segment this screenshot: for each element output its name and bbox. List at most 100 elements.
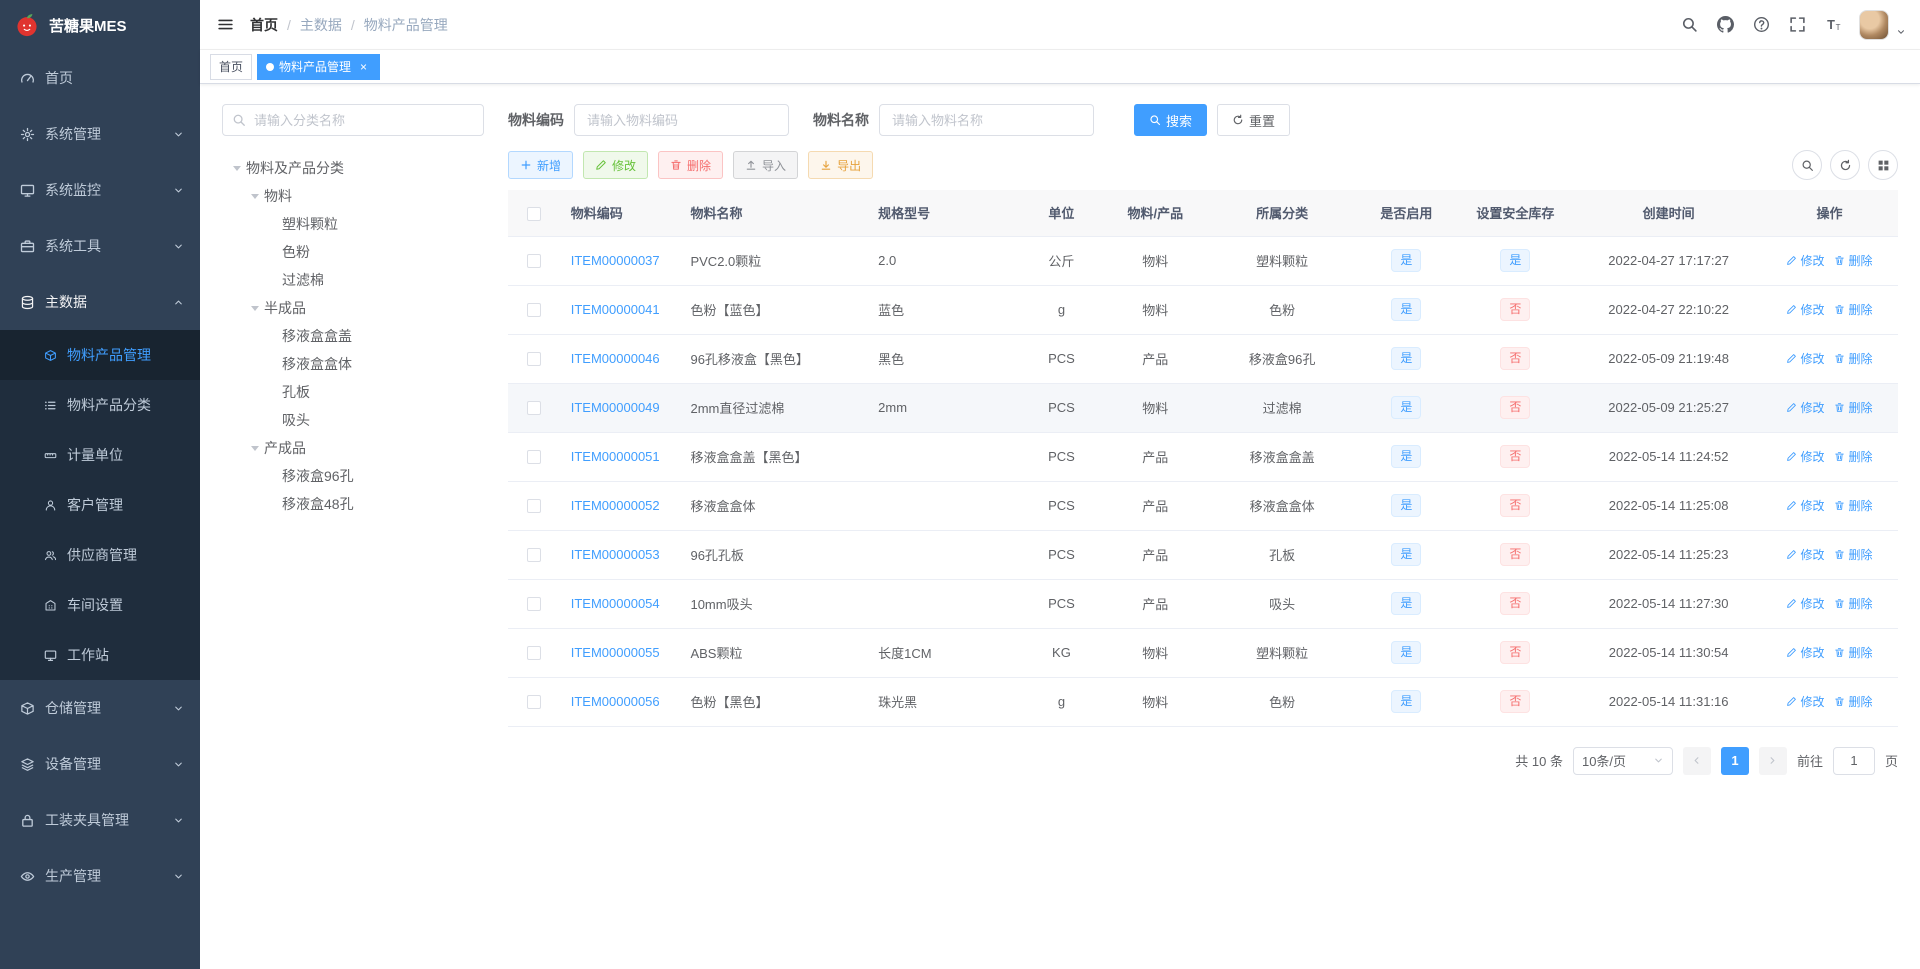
- row-edit-link[interactable]: 修改: [1786, 301, 1824, 318]
- tree-node[interactable]: 孔板: [222, 378, 484, 406]
- page-size-select[interactable]: 10条/页: [1572, 746, 1673, 775]
- sidebar-toggle[interactable]: [200, 0, 250, 50]
- select-all-checkbox[interactable]: [527, 206, 542, 221]
- row-delete-link[interactable]: 删除: [1834, 497, 1873, 514]
- row-checkbox[interactable]: [527, 548, 542, 563]
- material-code-link[interactable]: ITEM00000052: [571, 498, 660, 513]
- sidebar-item-system-tools[interactable]: 系统工具: [0, 218, 200, 274]
- tree-node[interactable]: 移液盒48孔: [222, 490, 484, 518]
- sidebar-item-material-product-category[interactable]: 物料产品分类: [0, 380, 200, 430]
- add-button[interactable]: 新增: [508, 151, 574, 179]
- tree-node[interactable]: 移液盒96孔: [222, 462, 484, 490]
- material-code-link[interactable]: ITEM00000046: [571, 351, 660, 366]
- row-delete-link[interactable]: 删除: [1834, 644, 1873, 661]
- material-code-link[interactable]: ITEM00000054: [571, 596, 660, 611]
- row-checkbox[interactable]: [527, 646, 542, 661]
- sidebar-item-production[interactable]: 生产管理: [0, 848, 200, 904]
- next-page-button[interactable]: [1758, 746, 1787, 775]
- row-edit-link[interactable]: 修改: [1786, 595, 1824, 612]
- row-checkbox[interactable]: [527, 450, 542, 465]
- avatar[interactable]: [1859, 9, 1889, 40]
- material-name-input[interactable]: [879, 104, 1094, 136]
- sidebar-item-system-monitor[interactable]: 系统监控: [0, 162, 200, 218]
- reset-button[interactable]: 重置: [1217, 104, 1291, 136]
- row-edit-link[interactable]: 修改: [1786, 350, 1824, 367]
- tab-material-product-mgmt[interactable]: 物料产品管理 ×: [257, 53, 381, 80]
- row-delete-link[interactable]: 删除: [1834, 595, 1873, 612]
- row-checkbox[interactable]: [527, 695, 542, 710]
- toggle-search-button[interactable]: [1792, 150, 1822, 180]
- material-code-link[interactable]: ITEM00000055: [571, 645, 660, 660]
- material-code-link[interactable]: ITEM00000037: [571, 253, 660, 268]
- row-delete-link[interactable]: 删除: [1834, 399, 1873, 416]
- category-search-input[interactable]: [222, 104, 484, 136]
- sidebar-item-unit[interactable]: 计量单位: [0, 430, 200, 480]
- search-button[interactable]: 搜索: [1134, 104, 1208, 136]
- row-edit-link[interactable]: 修改: [1786, 546, 1824, 563]
- row-delete-link[interactable]: 删除: [1834, 350, 1873, 367]
- tree-node[interactable]: 物料及产品分类: [222, 154, 484, 182]
- tree-node[interactable]: 过滤棉: [222, 266, 484, 294]
- caret-down-icon[interactable]: [228, 166, 246, 171]
- material-code-input[interactable]: [574, 104, 789, 136]
- caret-down-icon[interactable]: [246, 306, 264, 311]
- goto-page-input[interactable]: [1832, 746, 1875, 775]
- app-logo[interactable]: 苦糖果MES: [0, 0, 200, 50]
- material-code-link[interactable]: ITEM00000053: [571, 547, 660, 562]
- sidebar-item-home[interactable]: 首页: [0, 50, 200, 106]
- breadcrumb-home[interactable]: 首页: [250, 15, 278, 35]
- header-search-button[interactable]: [1673, 0, 1705, 50]
- row-edit-link[interactable]: 修改: [1786, 399, 1824, 416]
- row-delete-link[interactable]: 删除: [1834, 546, 1873, 563]
- sidebar-item-system-admin[interactable]: 系统管理: [0, 106, 200, 162]
- row-checkbox[interactable]: [527, 597, 542, 612]
- sidebar-item-customer[interactable]: 客户管理: [0, 480, 200, 530]
- prev-page-button[interactable]: [1682, 746, 1711, 775]
- row-delete-link[interactable]: 删除: [1834, 448, 1873, 465]
- material-code-link[interactable]: ITEM00000056: [571, 694, 660, 709]
- caret-down-icon[interactable]: [246, 194, 264, 199]
- tree-node[interactable]: 物料: [222, 182, 484, 210]
- row-checkbox[interactable]: [527, 254, 542, 269]
- sidebar-item-tooling[interactable]: 工装夹具管理: [0, 792, 200, 848]
- font-size-button[interactable]: [1817, 0, 1849, 50]
- material-code-link[interactable]: ITEM00000051: [571, 449, 660, 464]
- edit-button[interactable]: 修改: [583, 151, 649, 179]
- row-delete-link[interactable]: 删除: [1834, 301, 1873, 318]
- tree-node[interactable]: 色粉: [222, 238, 484, 266]
- sidebar-item-master-data[interactable]: 主数据: [0, 274, 200, 330]
- tab-home[interactable]: 首页: [210, 53, 253, 80]
- material-code-link[interactable]: ITEM00000041: [571, 302, 660, 317]
- sidebar-item-supplier[interactable]: 供应商管理: [0, 530, 200, 580]
- row-delete-link[interactable]: 删除: [1834, 693, 1873, 710]
- github-button[interactable]: [1709, 0, 1741, 50]
- tree-node[interactable]: 产成品: [222, 434, 484, 462]
- row-checkbox[interactable]: [527, 401, 542, 416]
- tree-node[interactable]: 移液盒盒盖: [222, 322, 484, 350]
- sidebar-item-workshop[interactable]: 车间设置: [0, 580, 200, 630]
- close-icon[interactable]: ×: [356, 59, 371, 74]
- column-settings-button[interactable]: [1868, 150, 1898, 180]
- delete-button[interactable]: 删除: [658, 151, 724, 179]
- material-code-link[interactable]: ITEM00000049: [571, 400, 660, 415]
- sidebar-item-workstation[interactable]: 工作站: [0, 630, 200, 680]
- help-button[interactable]: [1745, 0, 1777, 50]
- page-1-button[interactable]: 1: [1720, 746, 1749, 775]
- row-edit-link[interactable]: 修改: [1786, 693, 1824, 710]
- row-delete-link[interactable]: 删除: [1834, 252, 1873, 269]
- import-button[interactable]: 导入: [733, 151, 799, 179]
- row-edit-link[interactable]: 修改: [1786, 252, 1824, 269]
- row-checkbox[interactable]: [527, 499, 542, 514]
- row-checkbox[interactable]: [527, 303, 542, 318]
- tree-node[interactable]: 塑料颗粒: [222, 210, 484, 238]
- sidebar-item-material-product-mgmt[interactable]: 物料产品管理: [0, 330, 200, 380]
- refresh-table-button[interactable]: [1830, 150, 1860, 180]
- export-button[interactable]: 导出: [808, 151, 874, 179]
- fullscreen-button[interactable]: [1781, 0, 1813, 50]
- row-edit-link[interactable]: 修改: [1786, 448, 1824, 465]
- row-checkbox[interactable]: [527, 352, 542, 367]
- tree-node[interactable]: 半成品: [222, 294, 484, 322]
- row-edit-link[interactable]: 修改: [1786, 644, 1824, 661]
- sidebar-item-warehouse[interactable]: 仓储管理: [0, 680, 200, 736]
- tree-node[interactable]: 移液盒盒体: [222, 350, 484, 378]
